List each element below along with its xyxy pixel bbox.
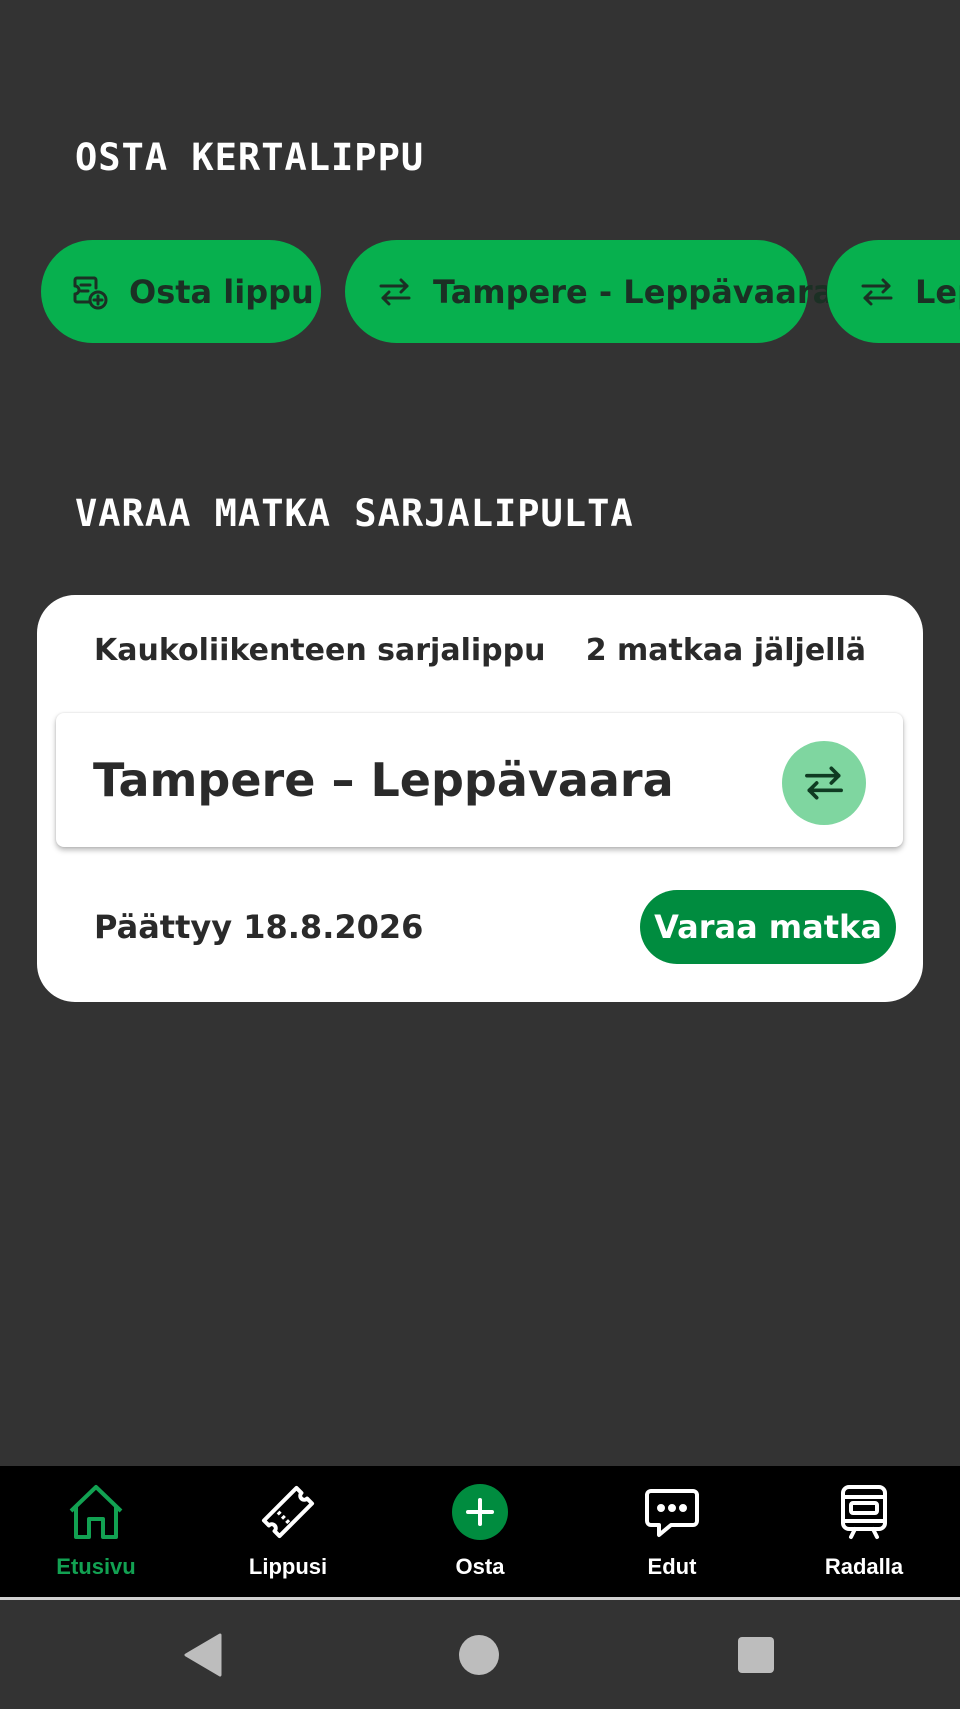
nav-label: Etusivu: [56, 1554, 136, 1579]
nav-item-lippusi[interactable]: Lippusi: [192, 1466, 384, 1597]
route-box[interactable]: Tampere – Leppävaara: [56, 713, 903, 847]
swap-direction-button[interactable]: [782, 741, 866, 825]
ticket-add-icon: [69, 272, 109, 312]
nav-label: Radalla: [824, 1554, 904, 1579]
quick-buy-chip-row: Osta lippu Tampere - Leppävaara Leppävaa…: [41, 240, 960, 343]
route-chip-label: Tampere - Leppävaara: [433, 272, 835, 311]
series-ticket-card: Kaukoliikenteen sarjalippu 2 matkaa jälj…: [37, 595, 923, 1002]
card-header: Kaukoliikenteen sarjalippu 2 matkaa jälj…: [94, 633, 866, 668]
book-trip-button[interactable]: Varaa matka: [640, 890, 896, 964]
system-navigation-bar: [0, 1600, 960, 1709]
home-button[interactable]: [454, 1630, 504, 1680]
swap-arrows-icon: [377, 272, 413, 312]
swap-arrows-icon: [805, 766, 843, 800]
series-ticket-section-title: VARAA MATKA SARJALIPULTA: [75, 492, 634, 535]
recents-square-icon: [738, 1637, 774, 1673]
route-chip-label: Leppävaara - Tampere: [915, 272, 960, 311]
nav-item-edut[interactable]: Edut: [576, 1466, 768, 1597]
ticket-name: Kaukoliikenteen sarjalippu: [94, 633, 546, 668]
route-text: Tampere – Leppävaara: [93, 753, 674, 807]
nav-item-radalla[interactable]: Radalla: [768, 1466, 960, 1597]
route-chip-tampere-leppavaara[interactable]: Tampere - Leppävaara: [345, 240, 834, 343]
buy-ticket-chip-label: Osta lippu: [129, 272, 314, 311]
home-circle-icon: [459, 1635, 499, 1675]
recents-button[interactable]: [731, 1630, 781, 1680]
route-chip-leppavaara-tampere[interactable]: Leppävaara - Tampere: [827, 240, 960, 343]
single-ticket-section-title: OSTA KERTALIPPU: [75, 136, 425, 179]
nav-label: Osta: [455, 1554, 505, 1579]
nav-label: Lippusi: [248, 1554, 328, 1579]
screen: OSTA KERTALIPPU Osta lippu Tampere - Lep…: [0, 0, 960, 1709]
nav-label: Edut: [647, 1554, 697, 1579]
trips-left: 2 matkaa jäljellä: [585, 633, 866, 668]
plus-circle-icon: [445, 1480, 515, 1544]
expiry-date: Päättyy 18.8.2026: [94, 908, 424, 946]
back-button[interactable]: [177, 1630, 227, 1680]
buy-ticket-chip[interactable]: Osta lippu: [41, 240, 321, 343]
nav-item-osta[interactable]: Osta: [384, 1466, 576, 1597]
train-icon: [829, 1480, 899, 1544]
ticket-icon: [253, 1480, 323, 1544]
swap-arrows-icon: [859, 272, 895, 312]
home-icon: [61, 1480, 131, 1544]
nav-item-etusivu[interactable]: Etusivu: [0, 1466, 192, 1597]
chat-icon: [637, 1480, 707, 1544]
back-triangle-icon: [184, 1633, 222, 1677]
bottom-navigation: Etusivu Lippusi Osta Edut Radalla: [0, 1466, 960, 1600]
